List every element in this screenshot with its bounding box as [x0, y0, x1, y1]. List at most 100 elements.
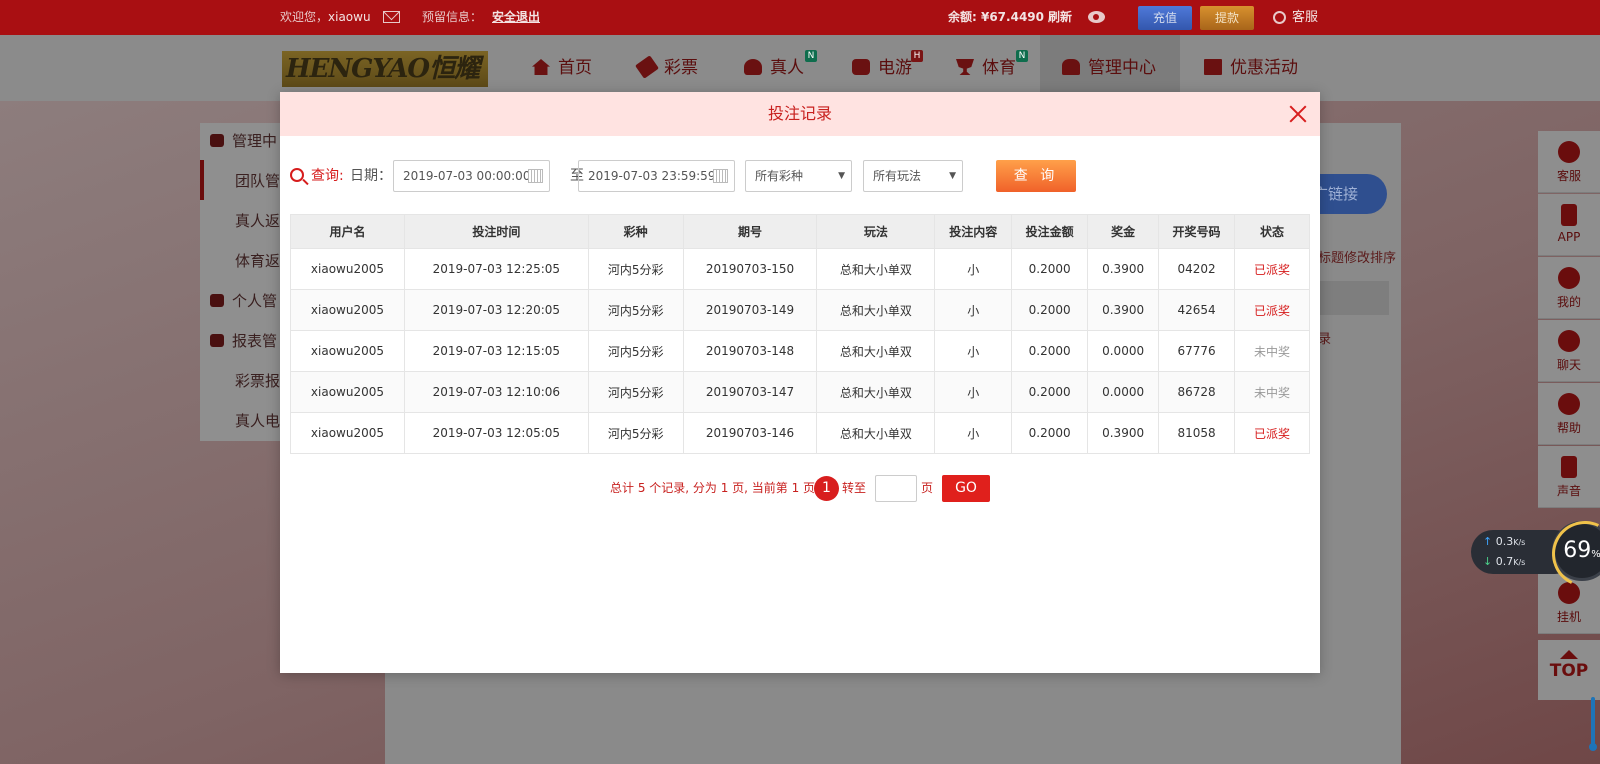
table-header-row: 用户名 投注时间 彩种 期号 玩法 投注内容 投注金额 奖金 开奖号码 状态: [290, 214, 1310, 249]
cell-username: xiaowu2005: [290, 371, 405, 413]
mail-icon[interactable]: [383, 11, 400, 23]
column-header: 投注时间: [403, 214, 589, 249]
end-date-value: 2019-07-03 23:59:59: [588, 169, 716, 183]
start-date-input[interactable]: 2019-07-03 00:00:00: [393, 160, 550, 192]
sidebar-item-team[interactable]: 团队管: [200, 162, 280, 200]
cell-draw-number: 67776: [1158, 330, 1236, 372]
column-header: 投注金额: [1011, 214, 1089, 249]
column-header: 开奖号码: [1158, 214, 1236, 249]
gift-icon: [1204, 59, 1222, 75]
table-row[interactable]: xiaowu2005 2019-07-03 12:15:05 河内5分彩 201…: [290, 330, 1310, 372]
go-button[interactable]: GO: [942, 475, 990, 502]
charge-button[interactable]: 充值: [1138, 6, 1192, 30]
date-label: 日期：: [350, 168, 392, 184]
filter-bar: 查询: 日期： 2019-07-03 00:00:00 至 2019-07-03…: [290, 159, 1310, 193]
play-type-select[interactable]: 所有玩法: [863, 160, 963, 192]
pagination: 总计 5 个记录, 分为 1 页, 当前第 1 页 1 转至 页 GO: [280, 475, 1320, 502]
home-icon: [532, 59, 550, 75]
cell-bet-time: 2019-07-03 12:20:05: [403, 289, 589, 331]
service-link[interactable]: 客服: [1292, 0, 1318, 35]
table-row[interactable]: xiaowu2005 2019-07-03 12:20:05 河内5分彩 201…: [290, 289, 1310, 331]
arrow-down-icon: ↓: [1483, 555, 1493, 568]
page-number-input[interactable]: [875, 475, 917, 502]
scrollbar-track[interactable]: [1591, 697, 1595, 747]
sidebar-item-reports[interactable]: 报表管: [200, 322, 277, 360]
preset-info-label: 预留信息：: [422, 10, 483, 24]
dialog-title: 投注记录: [767, 104, 832, 123]
table-row[interactable]: xiaowu2005 2019-07-03 12:25:05 河内5分彩 201…: [290, 248, 1310, 290]
toolbar-service[interactable]: 客服: [1538, 131, 1600, 193]
toolbar-help[interactable]: 帮助: [1538, 383, 1600, 445]
column-header: 用户名: [290, 214, 405, 249]
cell-bet-content: 小: [934, 371, 1013, 413]
table-row[interactable]: xiaowu2005 2019-07-03 12:05:05 河内5分彩 201…: [290, 412, 1310, 454]
table-row[interactable]: xiaowu2005 2019-07-03 12:10:06 河内5分彩 201…: [290, 371, 1310, 413]
sidebar-item-live-egame-report[interactable]: 真人电: [200, 402, 280, 440]
close-icon[interactable]: [1288, 104, 1308, 124]
cell-bet-time: 2019-07-03 12:15:05: [403, 330, 589, 372]
sidebar-item-personal[interactable]: 个人管: [200, 282, 277, 320]
sidebar-item-sports-rebate[interactable]: 体育返: [200, 242, 280, 280]
withdraw-button[interactable]: 提款: [1200, 6, 1254, 30]
cell-bet-content: 小: [934, 289, 1013, 331]
pagination-summary: 总计 5 个记录, 分为 1 页, 当前第 1 页: [610, 481, 816, 495]
cell-lottery: 河内5分彩: [587, 289, 684, 331]
cell-status: 未中奖: [1234, 330, 1310, 372]
cell-issue: 20190703-150: [682, 248, 818, 290]
cell-username: xiaowu2005: [290, 412, 405, 454]
download-speed: ↓ 0.7K/s: [1483, 555, 1526, 568]
end-date-input[interactable]: 2019-07-03 23:59:59: [578, 160, 735, 192]
cell-bet-amount: 0.2000: [1011, 289, 1089, 331]
site-logo[interactable]: HENGYAO恒耀: [282, 51, 488, 87]
bet-record-table: 用户名 投注时间 彩种 期号 玩法 投注内容 投注金额 奖金 开奖号码 状态 x…: [290, 214, 1310, 454]
goto-label: 转至: [842, 481, 867, 495]
refresh-link[interactable]: 刷新: [1048, 0, 1072, 35]
back-to-top-button[interactable]: TOP: [1538, 640, 1600, 700]
eye-icon[interactable]: [1088, 11, 1105, 23]
cell-bet-amount: 0.2000: [1011, 412, 1089, 454]
cell-bet-time: 2019-07-03 12:05:05: [403, 412, 589, 454]
cell-issue: 20190703-148: [682, 330, 818, 372]
headset-icon[interactable]: [1273, 11, 1286, 24]
cell-prize: 0.3900: [1087, 412, 1160, 454]
toolbar-sound[interactable]: 声音: [1538, 446, 1600, 508]
help-icon: [1558, 393, 1580, 415]
live-dealer-icon: [744, 59, 762, 75]
calendar-icon[interactable]: [713, 169, 728, 183]
column-header: 期号: [682, 214, 818, 249]
search-icon: [290, 168, 304, 182]
lottery-select[interactable]: 所有彩种: [745, 160, 852, 192]
cell-issue: 20190703-149: [682, 289, 818, 331]
bet-record-dialog: 投注记录 查询: 日期： 2019-07-03 00:00:00 至 2019-…: [280, 92, 1320, 673]
cell-lottery: 河内5分彩: [587, 248, 684, 290]
scrollbar-thumb[interactable]: [1589, 743, 1597, 751]
cell-issue: 20190703-146: [682, 412, 818, 454]
toolbar-app[interactable]: APP: [1538, 194, 1600, 256]
toolbar-chat[interactable]: 聊天: [1538, 320, 1600, 382]
memory-gauge[interactable]: 69%: [1552, 521, 1600, 581]
query-button[interactable]: 查 询: [996, 160, 1076, 192]
trophy-icon: [956, 59, 974, 75]
cell-lottery: 河内5分彩: [587, 330, 684, 372]
cell-bet-content: 小: [934, 412, 1013, 454]
current-page-button[interactable]: 1: [814, 476, 839, 501]
column-header: 奖金: [1087, 214, 1160, 249]
column-header: 状态: [1234, 214, 1310, 249]
cell-status: 未中奖: [1234, 371, 1310, 413]
user-icon: [1558, 267, 1580, 289]
page-unit-label: 页: [921, 481, 934, 495]
cell-username: xiaowu2005: [290, 248, 405, 290]
query-label: 查询:: [311, 168, 344, 184]
cell-username: xiaowu2005: [290, 289, 405, 331]
logout-link[interactable]: 安全退出: [492, 0, 540, 35]
chat-icon: [1558, 330, 1580, 352]
sidebar-item-live-rebate[interactable]: 真人返: [200, 202, 280, 240]
sidebar-item-management[interactable]: 管理中: [200, 122, 277, 160]
toolbar-mine[interactable]: 我的: [1538, 257, 1600, 319]
cell-prize: 0.0000: [1087, 330, 1160, 372]
sidebar-item-lottery-report[interactable]: 彩票报: [200, 362, 280, 400]
users-icon: [1062, 59, 1080, 75]
cell-bet-time: 2019-07-03 12:10:06: [403, 371, 589, 413]
cell-play-type: 总和大小单双: [816, 330, 936, 372]
calendar-icon[interactable]: [528, 169, 543, 183]
